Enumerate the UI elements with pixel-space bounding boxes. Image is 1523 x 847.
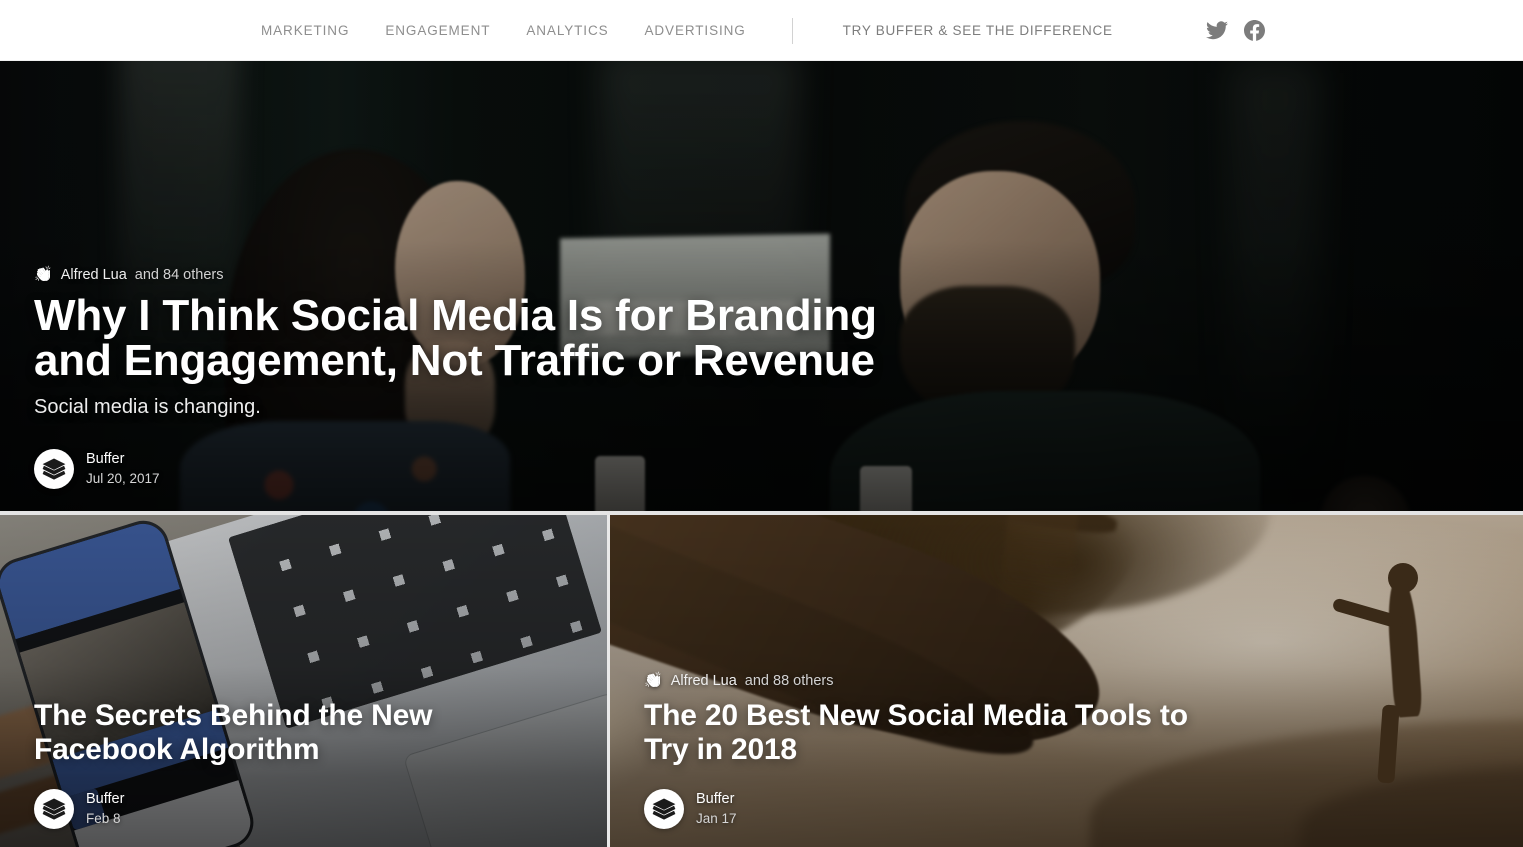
social-links (1206, 0, 1265, 61)
facebook-link[interactable] (1244, 20, 1265, 41)
card-byline: 👏 Alfred Lua and 88 others (644, 673, 1489, 689)
nav-item-advertising[interactable]: ADVERTISING (645, 23, 746, 38)
byline-others: and 88 others (744, 672, 834, 689)
nav-item-analytics[interactable]: ANALYTICS (526, 23, 608, 38)
publish-date: Feb 8 (86, 810, 121, 826)
buffer-logo-icon (644, 789, 684, 829)
byline-author[interactable]: Alfred Lua (61, 267, 127, 283)
byline-author[interactable]: Alfred Lua (671, 673, 737, 689)
facebook-icon (1244, 20, 1265, 41)
site-header: MARKETING ENGAGEMENT ANALYTICS ADVERTISI… (0, 0, 1523, 61)
buffer-logo-icon (34, 449, 74, 489)
clap-icon: 👏 (34, 266, 53, 283)
story-card-facebook-algorithm[interactable]: The Secrets Behind the New Facebook Algo… (0, 515, 607, 847)
card-author-block[interactable]: Buffer Jan 17 (644, 789, 1489, 829)
publish-date: Jul 20, 2017 (86, 470, 160, 486)
nav-item-marketing[interactable]: MARKETING (261, 23, 349, 38)
clap-icon: 👏 (644, 672, 663, 690)
hero-subtitle: Social media is changing. (34, 396, 261, 418)
story-board: 👏 Alfred Lua and 84 others Why I Think S… (0, 61, 1523, 847)
hero-byline: 👏 Alfred Lua and 84 others (34, 267, 1489, 283)
twitter-link[interactable] (1206, 21, 1228, 40)
nav-item-engagement[interactable]: ENGAGEMENT (385, 23, 490, 38)
hero-title[interactable]: Why I Think Social Media Is for Branding… (34, 292, 914, 385)
twitter-icon (1206, 21, 1228, 40)
publication-name[interactable]: Buffer (86, 791, 124, 808)
publication-name[interactable]: Buffer (696, 791, 737, 808)
publish-date: Jan 17 (696, 810, 737, 826)
card-title[interactable]: The 20 Best New Social Media Tools to Tr… (644, 699, 1204, 767)
byline-others: and 84 others (134, 266, 224, 283)
nav-divider (791, 17, 793, 44)
story-card-social-tools[interactable]: 👏 Alfred Lua and 88 others The 20 Best N… (610, 515, 1523, 847)
try-buffer-cta[interactable]: TRY BUFFER & SEE THE DIFFERENCE (843, 23, 1113, 38)
publication-name[interactable]: Buffer (86, 451, 160, 468)
primary-nav: MARKETING ENGAGEMENT ANALYTICS ADVERTISI… (261, 0, 1113, 61)
buffer-logo-icon (34, 789, 74, 829)
hero-story-card[interactable]: 👏 Alfred Lua and 84 others Why I Think S… (0, 61, 1523, 511)
card-left-overlay: The Secrets Behind the New Facebook Algo… (0, 699, 607, 847)
hero-overlay: 👏 Alfred Lua and 84 others Why I Think S… (0, 267, 1523, 512)
hero-author-block[interactable]: Buffer Jul 20, 2017 (34, 449, 1489, 489)
secondary-row: The Secrets Behind the New Facebook Algo… (0, 515, 1523, 847)
card-title[interactable]: The Secrets Behind the New Facebook Algo… (34, 699, 573, 767)
card-author-block[interactable]: Buffer Feb 8 (34, 789, 573, 829)
card-right-overlay: 👏 Alfred Lua and 88 others The 20 Best N… (610, 673, 1523, 847)
